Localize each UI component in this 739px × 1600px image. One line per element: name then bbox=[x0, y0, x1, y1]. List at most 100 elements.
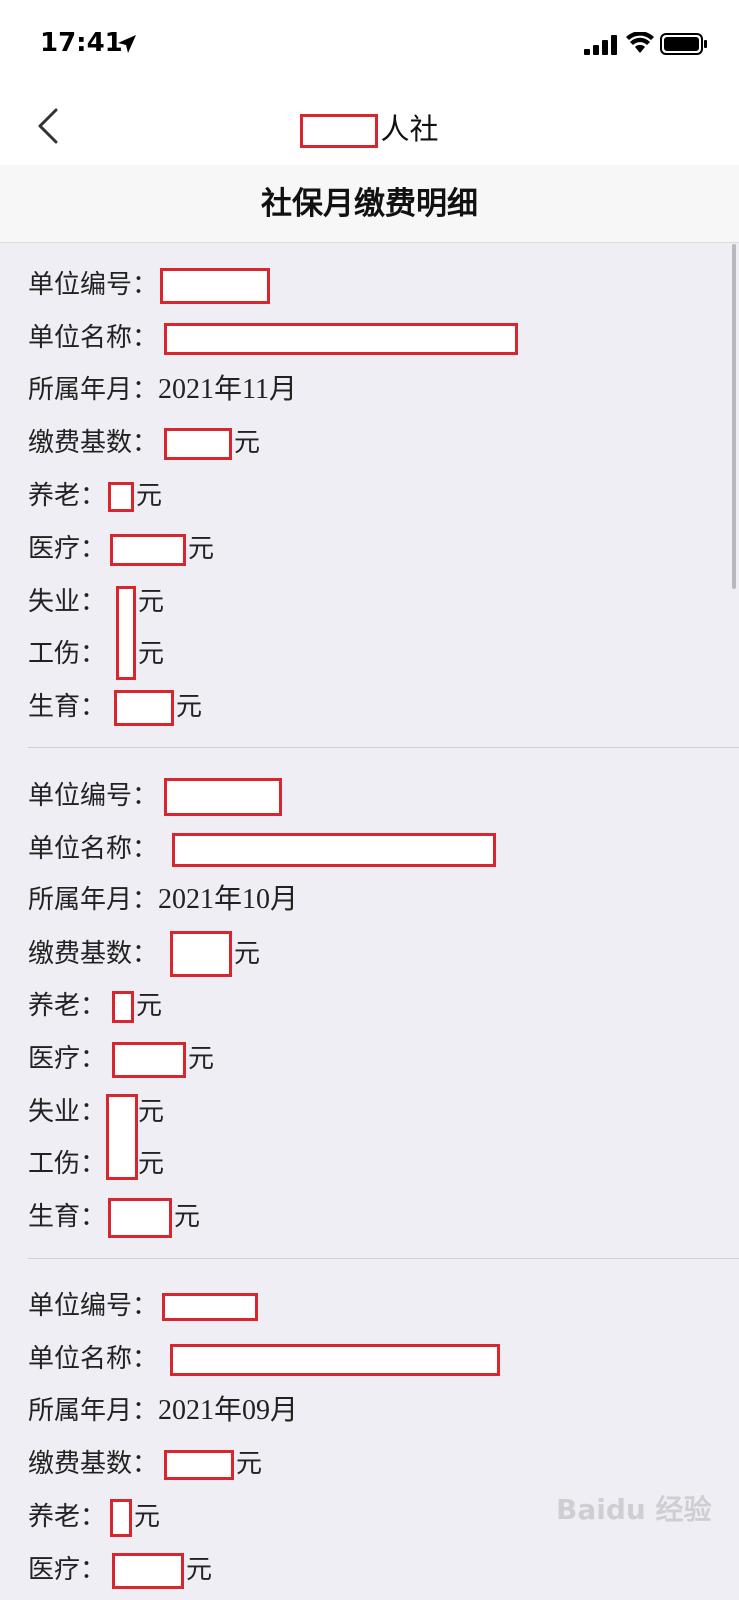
currency-unit: 元 bbox=[176, 692, 203, 722]
maternity-row: 生育： 元 bbox=[28, 1195, 200, 1239]
medical-row: 医疗： 元 bbox=[28, 1548, 212, 1592]
period-value: 2021年09月 bbox=[158, 1395, 299, 1426]
page-title: 社保月缴费明细 bbox=[0, 165, 739, 243]
period-label: 所属年月： bbox=[28, 885, 159, 915]
redacted-medical bbox=[110, 533, 187, 566]
redacted-unit-no bbox=[162, 1292, 259, 1321]
cellular-signal-icon bbox=[584, 35, 617, 55]
unemployment-label: 失业： bbox=[28, 587, 107, 617]
injury-row: 工伤： 元 bbox=[28, 1142, 164, 1186]
redacted-unemployment-injury bbox=[106, 1094, 138, 1180]
injury-row: 工伤： 元 bbox=[28, 632, 164, 676]
unit-name-label: 单位名称： bbox=[28, 323, 159, 353]
period-label: 所属年月： bbox=[28, 375, 159, 405]
record-list[interactable]: 单位编号： 单位名称： 所属年月：2021年11月 缴费基数：元 养老：元 医疗… bbox=[0, 244, 739, 1600]
unemployment-label: 失业： bbox=[28, 1097, 107, 1127]
pension-label: 养老： bbox=[28, 481, 107, 511]
unit-no-row: 单位编号： bbox=[28, 263, 271, 307]
unit-no-label: 单位编号： bbox=[28, 781, 159, 811]
redacted-pension bbox=[112, 990, 135, 1023]
redacted-medical bbox=[112, 1552, 185, 1589]
currency-unit: 元 bbox=[138, 1149, 165, 1179]
base-row: 缴费基数： 元 bbox=[28, 421, 260, 465]
period-row: 所属年月：2021年09月 bbox=[28, 1389, 298, 1433]
currency-unit: 元 bbox=[188, 1044, 215, 1074]
unit-name-label: 单位名称： bbox=[28, 834, 159, 864]
unit-name-row: 单位名称： bbox=[28, 827, 497, 871]
pension-label: 养老： bbox=[28, 1502, 107, 1532]
currency-unit: 元 bbox=[138, 1097, 165, 1127]
currency-unit: 元 bbox=[136, 991, 163, 1021]
period-row: 所属年月：2021年10月 bbox=[28, 878, 298, 922]
period-value: 2021年11月 bbox=[158, 374, 297, 405]
redacted-base bbox=[164, 1449, 235, 1480]
redacted-unit-no bbox=[160, 267, 271, 304]
currency-unit: 元 bbox=[186, 1555, 213, 1585]
maternity-label: 生育： bbox=[28, 692, 107, 722]
injury-label: 工伤： bbox=[28, 1149, 107, 1179]
medical-label: 医疗： bbox=[28, 1555, 107, 1585]
medical-row: 医疗： 元 bbox=[28, 1037, 214, 1081]
period-label: 所属年月： bbox=[28, 1396, 159, 1426]
unit-no-label: 单位编号： bbox=[28, 1291, 159, 1321]
base-label: 缴费基数： bbox=[28, 938, 159, 969]
watermark: Baidu 经验 bbox=[556, 1493, 712, 1526]
currency-unit: 元 bbox=[134, 1502, 161, 1532]
unit-name-row: 单位名称： bbox=[28, 316, 519, 360]
wifi-icon bbox=[626, 32, 654, 53]
unit-no-label: 单位编号： bbox=[28, 270, 159, 300]
base-label: 缴费基数： bbox=[28, 1449, 159, 1479]
redacted-unit-name bbox=[164, 322, 519, 355]
redacted-unit-no bbox=[164, 777, 283, 816]
redacted-maternity bbox=[108, 1197, 173, 1238]
unemployment-row: 失业： 元 bbox=[28, 1090, 164, 1134]
currency-unit: 元 bbox=[234, 938, 261, 969]
medical-label: 医疗： bbox=[28, 534, 107, 564]
record-divider bbox=[28, 747, 739, 748]
status-bar: 17:41 bbox=[0, 0, 739, 88]
base-row: 缴费基数： 元 bbox=[28, 1442, 262, 1486]
pension-row: 养老： 元 bbox=[28, 984, 162, 1028]
currency-unit: 元 bbox=[136, 481, 163, 511]
currency-unit: 元 bbox=[138, 639, 165, 669]
redacted-pension bbox=[110, 1498, 133, 1537]
base-row: 缴费基数： 元 bbox=[28, 931, 261, 977]
currency-unit: 元 bbox=[188, 534, 215, 564]
redacted-medical bbox=[112, 1041, 187, 1078]
maternity-row: 生育： 元 bbox=[28, 685, 202, 729]
redacted-pension bbox=[108, 481, 135, 512]
pension-row: 养老： 元 bbox=[28, 1495, 160, 1539]
currency-unit: 元 bbox=[236, 1449, 263, 1479]
redacted-unit-name bbox=[170, 1343, 501, 1376]
unit-no-row: 单位编号： bbox=[28, 1284, 259, 1328]
period-row: 所属年月：2021年11月 bbox=[28, 368, 297, 412]
status-time: 17:41 bbox=[40, 28, 123, 58]
nav-title: 人社 bbox=[0, 106, 739, 148]
medical-label: 医疗： bbox=[28, 1044, 107, 1074]
redacted-region-name bbox=[300, 114, 379, 148]
unit-name-label: 单位名称： bbox=[28, 1344, 159, 1374]
redacted-base bbox=[170, 931, 233, 977]
unit-no-row: 单位编号： bbox=[28, 774, 283, 818]
medical-row: 医疗： 元 bbox=[28, 527, 214, 571]
currency-unit: 元 bbox=[174, 1202, 201, 1232]
injury-label: 工伤： bbox=[28, 639, 107, 669]
redacted-base bbox=[164, 427, 233, 460]
location-arrow-icon bbox=[118, 35, 136, 53]
currency-unit: 元 bbox=[138, 587, 165, 617]
nav-title-suffix: 人社 bbox=[380, 112, 439, 146]
record-divider bbox=[28, 1258, 739, 1259]
maternity-label: 生育： bbox=[28, 1202, 107, 1232]
redacted-unit-name bbox=[172, 832, 497, 867]
battery-icon bbox=[660, 33, 707, 55]
redacted-unemployment-injury bbox=[116, 586, 136, 680]
unemployment-row: 失业： 元 bbox=[28, 580, 164, 624]
currency-unit: 元 bbox=[234, 428, 261, 458]
navigation-bar: 人社 bbox=[0, 88, 739, 165]
redacted-maternity bbox=[114, 689, 175, 726]
period-value: 2021年10月 bbox=[158, 884, 299, 915]
pension-row: 养老： 元 bbox=[28, 474, 162, 518]
unit-name-row: 单位名称： bbox=[28, 1337, 501, 1381]
base-label: 缴费基数： bbox=[28, 428, 159, 458]
pension-label: 养老： bbox=[28, 991, 107, 1021]
